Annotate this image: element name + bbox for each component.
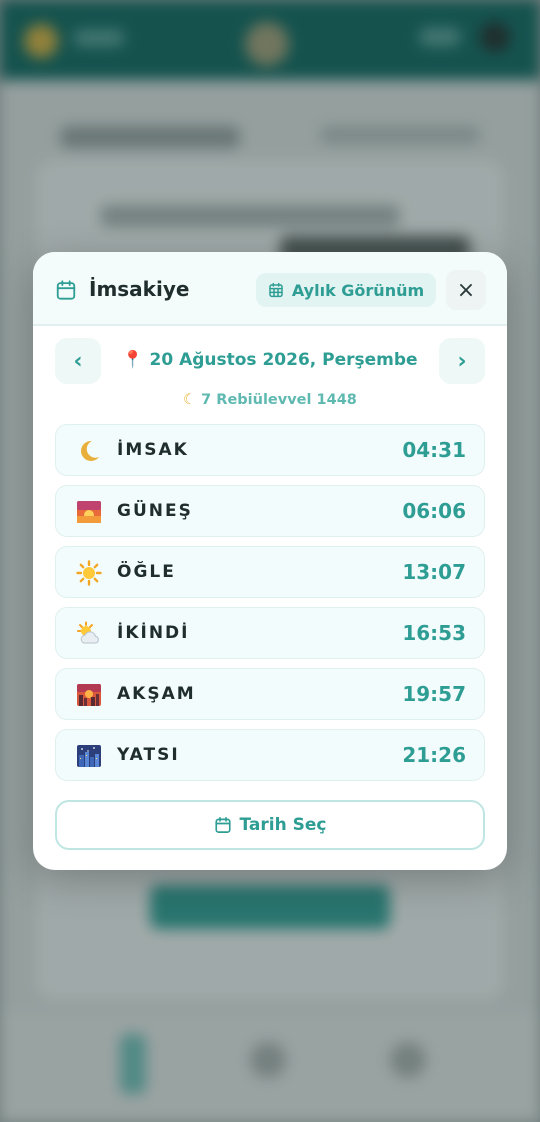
prayer-time: 16:53 <box>402 621 466 645</box>
prayer-row-gunes: GÜNEŞ 06:06 <box>55 485 485 537</box>
sun-behind-cloud-icon <box>77 621 99 644</box>
prayer-name: ÖĞLE <box>117 562 176 582</box>
hijri-date-label: 7 Rebiülevvel 1448 <box>201 392 357 408</box>
prayer-row-ikindi: İKİNDİ 16:53 <box>55 607 485 659</box>
close-icon: × <box>456 277 476 303</box>
sunrise-icon <box>77 501 101 523</box>
night-city-icon <box>77 745 101 767</box>
modal-header: İmsakiye Aylık Görünüm × <box>33 252 507 326</box>
prayer-name: YATSI <box>117 745 180 765</box>
calendar-icon <box>56 280 76 300</box>
modal-title: İmsakiye <box>89 277 190 301</box>
previous-day-button[interactable]: ‹ <box>55 338 101 384</box>
monthly-view-button[interactable]: Aylık Görünüm <box>256 273 436 307</box>
location-pin-icon: 📍 <box>122 350 144 370</box>
sun-icon <box>76 560 102 586</box>
prayer-time: 06:06 <box>402 499 466 523</box>
prayer-time: 04:31 <box>402 438 466 462</box>
prayer-row-ogle: ÖĞLE 13:07 <box>55 546 485 598</box>
prayer-row-yatsi: YATSI 21:26 <box>55 729 485 781</box>
prayer-time: 13:07 <box>402 560 466 584</box>
crescent-moon-icon: ☾ <box>183 392 197 408</box>
sunset-city-icon <box>77 684 101 706</box>
monthly-view-label: Aylık Görünüm <box>291 280 425 300</box>
prayer-row-imsak: İMSAK 04:31 <box>55 424 485 476</box>
chevron-left-icon: ‹ <box>73 348 83 374</box>
pick-date-label: Tarih Seç <box>239 815 327 835</box>
prayer-name: AKŞAM <box>117 684 196 704</box>
crescent-moon-icon <box>81 440 99 461</box>
prayer-time: 21:26 <box>402 743 466 767</box>
imsakiye-modal: İmsakiye Aylık Görünüm × ‹ 📍 20 Ağustos … <box>33 252 507 870</box>
selected-date-label: 20 Ağustos 2026, Perşembe <box>149 350 418 370</box>
calendar-icon <box>214 817 231 833</box>
next-day-button[interactable]: › <box>439 338 485 384</box>
prayer-row-aksam: AKŞAM 19:57 <box>55 668 485 720</box>
prayer-name: GÜNEŞ <box>117 501 193 521</box>
prayer-name: İKİNDİ <box>117 623 190 643</box>
prayer-time: 19:57 <box>402 682 466 706</box>
calendar-grid-icon <box>269 282 283 298</box>
chevron-right-icon: › <box>457 348 467 374</box>
prayer-name: İMSAK <box>117 440 189 460</box>
selected-date: 📍 20 Ağustos 2026, Perşembe <box>113 350 427 370</box>
close-button[interactable]: × <box>446 270 486 310</box>
hijri-date: ☾ 7 Rebiülevvel 1448 <box>113 392 427 408</box>
pick-date-button[interactable]: Tarih Seç <box>55 800 485 850</box>
